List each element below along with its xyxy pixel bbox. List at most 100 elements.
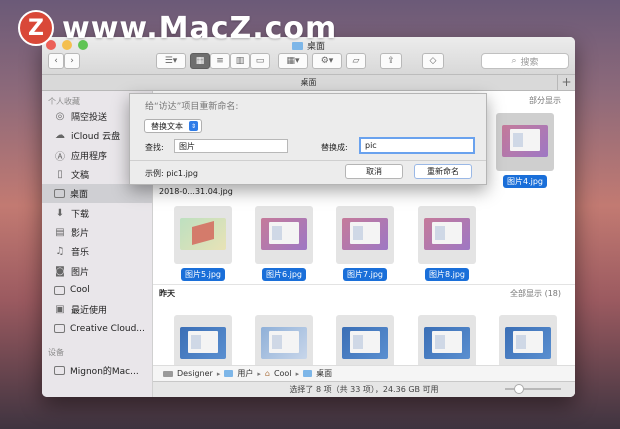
download-icon: ⬇ bbox=[55, 207, 65, 219]
file-item[interactable]: 图片6.jpg bbox=[249, 206, 319, 281]
chevron-left-icon: ‹ bbox=[54, 56, 58, 66]
new-folder-button[interactable]: ▱ bbox=[346, 53, 366, 69]
grid-icon: ▦ bbox=[195, 56, 205, 66]
dialog-divider bbox=[130, 160, 486, 161]
tab-desktop[interactable]: 桌面 bbox=[301, 78, 317, 87]
path-item-users[interactable]: 用户 bbox=[237, 368, 253, 379]
cancel-button[interactable]: 取消 bbox=[345, 164, 403, 179]
disk-icon bbox=[163, 370, 173, 377]
file-thumbnail bbox=[496, 113, 554, 171]
gallery-icon: ▭ bbox=[255, 56, 265, 66]
recent-icon: ▣ bbox=[55, 304, 65, 316]
folder-icon bbox=[303, 370, 313, 377]
gear-icon: ⚙▾ bbox=[320, 56, 334, 66]
search-icon: ⌕ bbox=[511, 56, 517, 66]
path-bar: Designer ▸ 用户 ▸ ⌂ Cool ▸ 桌面 bbox=[153, 365, 575, 381]
status-text: 选择了 8 项（共 33 项），24.36 GB 可用 bbox=[289, 385, 439, 394]
file-thumbnail bbox=[255, 206, 313, 264]
replace-label: 替换成: bbox=[321, 143, 348, 152]
show-all-link[interactable]: 全部显示 (18) bbox=[510, 288, 561, 299]
share-icon: ⇪ bbox=[387, 56, 395, 66]
file-item[interactable]: 图片7.jpg bbox=[330, 206, 400, 281]
partial-file-name[interactable]: 2018-0...31.04.jpg bbox=[159, 187, 233, 196]
forward-button[interactable]: › bbox=[64, 53, 80, 69]
sidebar-item-desktop[interactable]: 桌面 bbox=[42, 184, 152, 204]
file-item[interactable]: 图片5.jpg bbox=[168, 206, 238, 281]
sidebar-section-devices: 设备 bbox=[48, 347, 64, 357]
show-partial-link[interactable]: 部分显示 bbox=[529, 95, 561, 106]
rename-dialog: 给“访达”项目重新命名: 替换文本 ⇕ 查找: 图片 替换成: pic 示例: … bbox=[129, 93, 487, 185]
search-placeholder: 搜索 bbox=[520, 57, 539, 68]
view-list-button[interactable]: ≡ bbox=[210, 53, 230, 69]
desktop-icon bbox=[54, 189, 65, 199]
search-field[interactable]: ⌕ 搜索 bbox=[481, 53, 569, 69]
file-name: 图片8.jpg bbox=[424, 268, 469, 281]
file-thumbnail bbox=[174, 206, 232, 264]
film-icon: ▤ bbox=[55, 226, 65, 238]
sidebar-item-pictures[interactable]: ◙ 图片 bbox=[42, 261, 152, 280]
sidebar-item-music[interactable]: ♫ 音乐 bbox=[42, 242, 152, 261]
list-icon: ≡ bbox=[216, 56, 224, 66]
path-item-cool[interactable]: Cool bbox=[274, 369, 292, 378]
path-item-desktop[interactable]: 桌面 bbox=[316, 368, 332, 379]
folder-icon bbox=[54, 285, 65, 295]
music-icon: ♫ bbox=[55, 246, 65, 258]
file-thumbnail bbox=[418, 206, 476, 264]
rename-mode-select[interactable]: 替换文本 ⇕ bbox=[144, 119, 202, 133]
find-input[interactable]: 图片 bbox=[174, 139, 288, 153]
list-sort-icon: ☰▾ bbox=[164, 56, 178, 66]
sidebar-item-mac[interactable]: Mignon的Mac... bbox=[42, 361, 152, 380]
rename-button[interactable]: 重新命名 bbox=[414, 164, 472, 179]
camera-icon: ◙ bbox=[55, 265, 65, 277]
sidebar-item-movies[interactable]: ▤ 影片 bbox=[42, 223, 152, 242]
folder-outline-icon: ▱ bbox=[352, 56, 360, 66]
sidebar-item-recents[interactable]: ▣ 最近使用 bbox=[42, 300, 152, 319]
chevron-right-icon: ▸ bbox=[216, 369, 221, 378]
action-menu-button[interactable]: ⚙▾ bbox=[312, 53, 342, 69]
airdrop-icon: ◎ bbox=[55, 111, 65, 123]
file-item[interactable]: 图片4.jpg bbox=[490, 113, 560, 188]
folder-icon bbox=[54, 324, 65, 334]
replace-input[interactable]: pic bbox=[359, 137, 475, 154]
rename-mode-value: 替换文本 bbox=[151, 121, 183, 131]
folder-icon bbox=[224, 370, 234, 377]
cloud-icon: ☁ bbox=[55, 130, 65, 142]
slider-knob[interactable] bbox=[514, 384, 525, 394]
file-name: 图片4.jpg bbox=[502, 175, 547, 188]
watermark-text: www.MacZ.com bbox=[62, 10, 338, 46]
group-menu-button[interactable]: ▦▾ bbox=[278, 53, 308, 69]
find-label: 查找: bbox=[145, 143, 164, 152]
view-gallery-button[interactable]: ▭ bbox=[250, 53, 270, 69]
example-text: 示例: pic1.jpg bbox=[145, 169, 198, 178]
file-item[interactable]: 图片8.jpg bbox=[412, 206, 482, 281]
document-icon: ▯ bbox=[57, 169, 63, 181]
icon-size-slider[interactable] bbox=[505, 384, 561, 394]
chevron-right-icon: › bbox=[70, 56, 74, 66]
back-button[interactable]: ‹ bbox=[48, 53, 64, 69]
sidebar-item-creative-cloud[interactable]: Creative Cloud... bbox=[42, 319, 152, 338]
sidebar-item-downloads[interactable]: ⬇ 下载 bbox=[42, 203, 152, 222]
chevron-right-icon: ▸ bbox=[257, 369, 261, 378]
share-button[interactable]: ⇪ bbox=[380, 53, 402, 69]
plus-icon: + bbox=[561, 75, 572, 89]
view-icons-button[interactable]: ▦ bbox=[190, 53, 210, 69]
home-icon: ⌂ bbox=[264, 369, 270, 378]
watermark-logo: Z bbox=[18, 10, 54, 46]
tab-bar: 桌面 + bbox=[42, 75, 575, 91]
section-divider bbox=[153, 284, 575, 285]
columns-icon: ▥ bbox=[235, 56, 245, 66]
view-columns-button[interactable]: ▥ bbox=[230, 53, 250, 69]
status-bar: 选择了 8 项（共 33 项），24.36 GB 可用 bbox=[153, 381, 575, 397]
chevron-right-icon: ▸ bbox=[295, 369, 300, 378]
file-thumbnail bbox=[336, 206, 394, 264]
watermark: Z www.MacZ.com bbox=[18, 10, 337, 46]
finder-window: 桌面 ‹ › ☰▾ ▦ ≡ ▥ ▭ ▦▾ ⚙▾ ▱ ⇪ ◇ ⌕ 搜索 桌面 + … bbox=[42, 37, 575, 397]
tag-icon: ◇ bbox=[429, 56, 437, 66]
path-item-designer[interactable]: Designer bbox=[177, 369, 213, 378]
tags-button[interactable]: ◇ bbox=[422, 53, 444, 69]
apps-icon: Ⓐ bbox=[55, 151, 65, 163]
sort-menu-button[interactable]: ☰▾ bbox=[156, 53, 186, 69]
file-name: 图片7.jpg bbox=[342, 268, 387, 281]
new-tab-button[interactable]: + bbox=[557, 75, 575, 90]
sidebar-item-cool[interactable]: Cool bbox=[42, 281, 152, 300]
